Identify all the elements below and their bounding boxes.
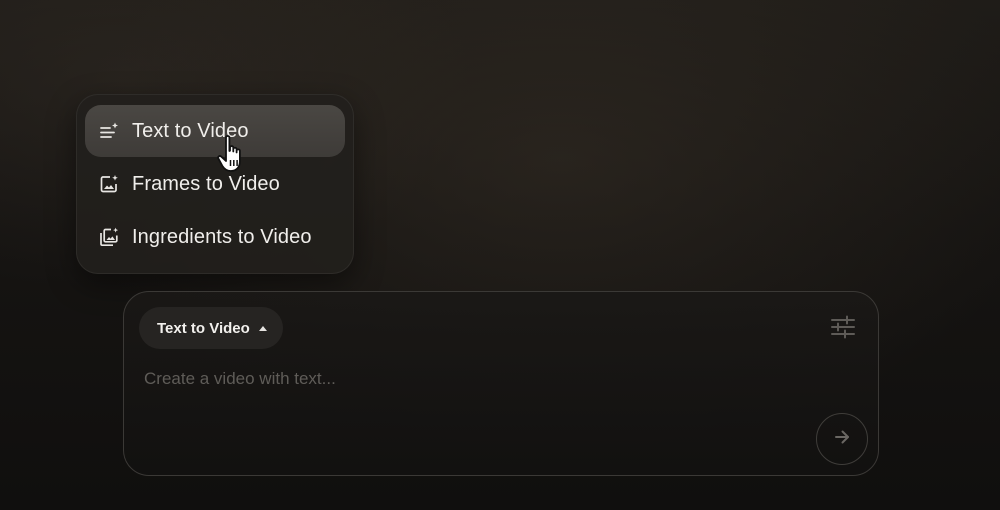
caret-up-icon	[258, 325, 267, 331]
menu-item-text-to-video[interactable]: Text to Video	[85, 105, 345, 157]
mode-menu: Text to Video Frames to Video Ingredient…	[76, 94, 354, 274]
menu-item-frames-to-video[interactable]: Frames to Video	[85, 158, 345, 210]
text-sparkle-icon	[98, 120, 120, 142]
arrow-right-icon	[833, 428, 851, 451]
menu-item-label: Frames to Video	[132, 172, 280, 195]
images-stack-sparkle-icon	[98, 226, 120, 248]
menu-item-label: Text to Video	[132, 119, 249, 142]
settings-button[interactable]	[828, 314, 858, 344]
mode-selector-button[interactable]: Text to Video	[139, 307, 283, 349]
prompt-composer: Text to Video	[123, 291, 879, 476]
menu-item-ingredients-to-video[interactable]: Ingredients to Video	[85, 211, 345, 263]
mode-selector-label: Text to Video	[157, 319, 250, 337]
menu-item-label: Ingredients to Video	[132, 225, 312, 248]
submit-button[interactable]	[816, 413, 868, 465]
sliders-icon	[830, 315, 856, 344]
image-sparkle-icon	[98, 173, 120, 195]
prompt-input[interactable]	[144, 364, 794, 394]
